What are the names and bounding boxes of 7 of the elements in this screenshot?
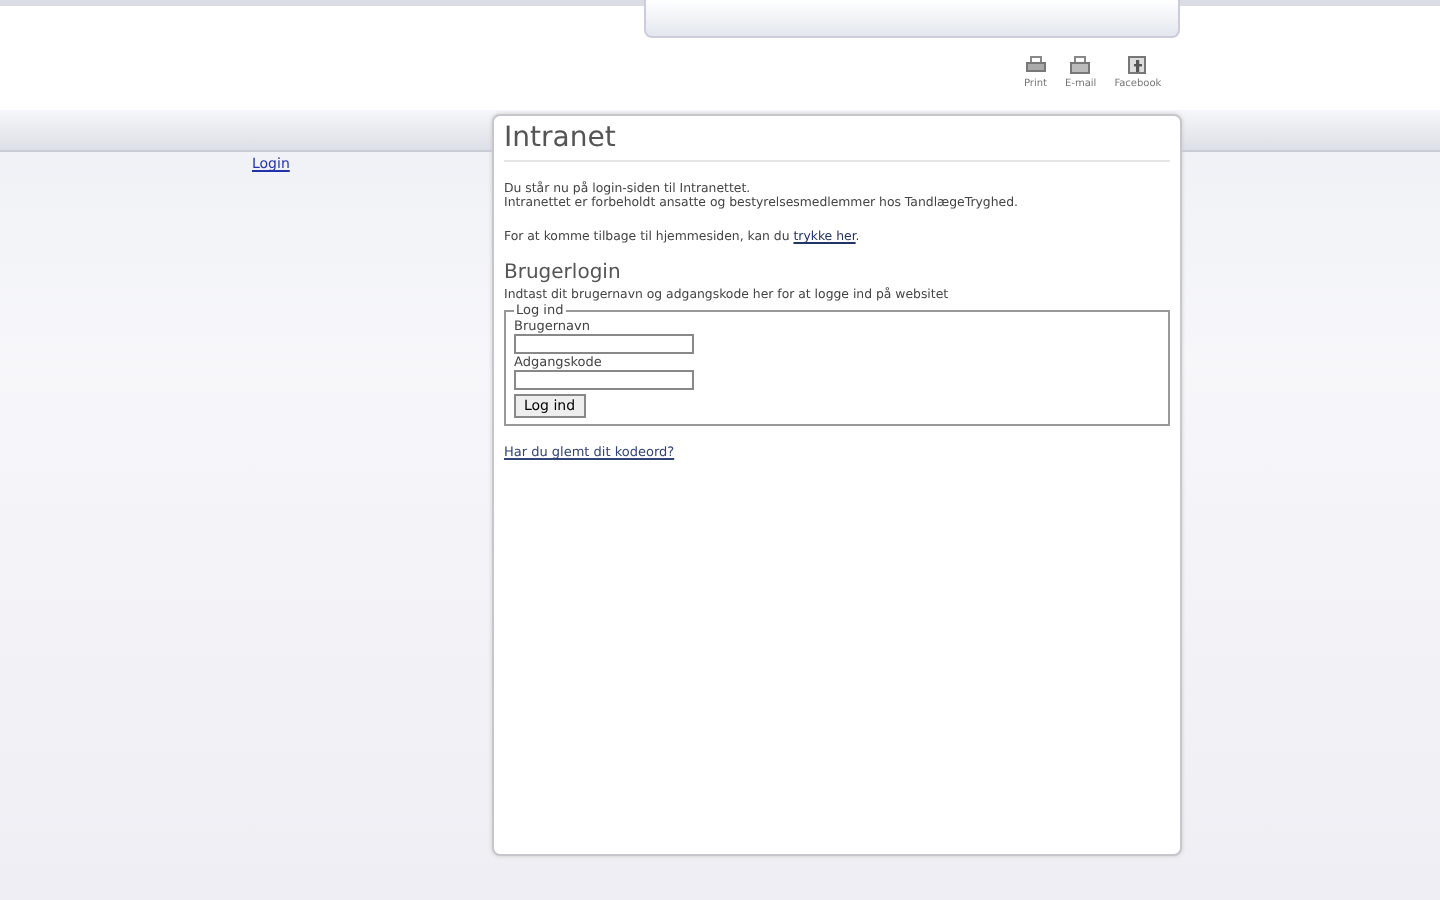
printer-icon	[1025, 56, 1046, 74]
input-field[interactable]	[514, 334, 694, 354]
facebook-icon	[1128, 56, 1147, 74]
input-field[interactable]	[514, 370, 694, 390]
section-heading: Brugerlogin	[504, 262, 623, 284]
printer-icon	[1070, 56, 1091, 74]
page-title: Intranet	[504, 122, 1170, 162]
